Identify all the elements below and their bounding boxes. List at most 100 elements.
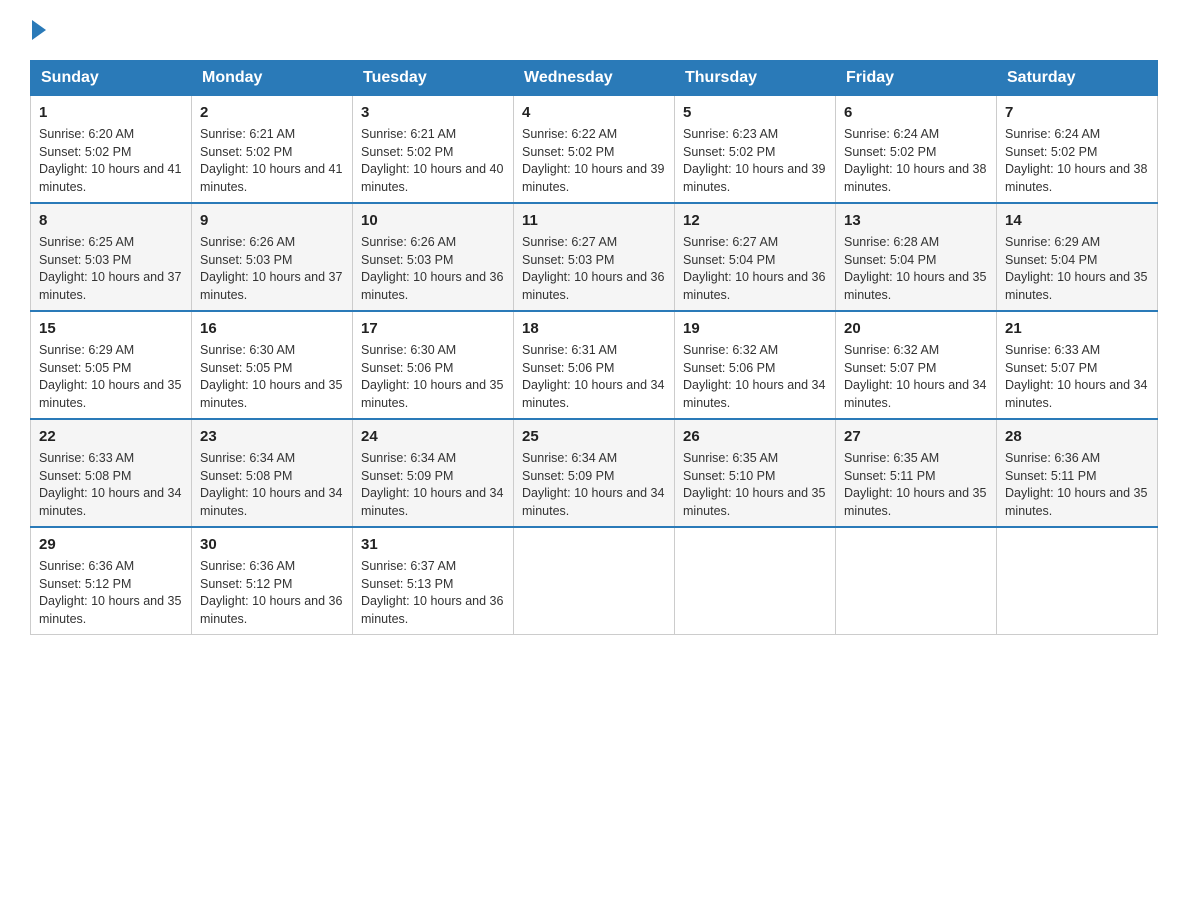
calendar-week-row: 29Sunrise: 6:36 AMSunset: 5:12 PMDayligh… bbox=[31, 527, 1158, 635]
calendar-cell: 24 Sunrise: 6:34 AMSunset: 5:09 PMDayligh… bbox=[353, 419, 514, 527]
daylight-text: Daylight: 10 hours and 34 minutes. bbox=[39, 485, 183, 520]
sunset-text: Sunset: 5:09 PM bbox=[361, 468, 505, 486]
calendar-cell: 4 Sunrise: 6:22 AMSunset: 5:02 PMDaylight… bbox=[514, 96, 675, 204]
sunrise-text: Sunrise: 6:21 AM bbox=[200, 126, 344, 144]
daylight-text: Daylight: 10 hours and 35 minutes. bbox=[200, 377, 344, 412]
sunrise-text: Sunrise: 6:34 AM bbox=[200, 450, 344, 468]
calendar-cell bbox=[997, 527, 1158, 635]
day-number: 19 bbox=[683, 318, 827, 339]
sunrise-text: Sunrise: 6:29 AM bbox=[39, 342, 183, 360]
daylight-text: Daylight: 10 hours and 36 minutes. bbox=[200, 593, 344, 628]
day-number: 17 bbox=[361, 318, 505, 339]
daylight-text: Daylight: 10 hours and 35 minutes. bbox=[39, 377, 183, 412]
daylight-text: Daylight: 10 hours and 36 minutes. bbox=[361, 593, 505, 628]
sunrise-text: Sunrise: 6:32 AM bbox=[683, 342, 827, 360]
sunset-text: Sunset: 5:03 PM bbox=[200, 252, 344, 270]
calendar-cell: 12Sunrise: 6:27 AMSunset: 5:04 PMDayligh… bbox=[675, 203, 836, 311]
sunset-text: Sunset: 5:03 PM bbox=[39, 252, 183, 270]
day-number: 13 bbox=[844, 210, 988, 231]
daylight-text: Daylight: 10 hours and 35 minutes. bbox=[39, 593, 183, 628]
daylight-text: Daylight: 10 hours and 37 minutes. bbox=[39, 269, 183, 304]
day-number: 4 bbox=[522, 102, 666, 123]
sunrise-text: Sunrise: 6:35 AM bbox=[844, 450, 988, 468]
calendar-cell: 5Sunrise: 6:23 AMSunset: 5:02 PMDaylight… bbox=[675, 96, 836, 204]
calendar-cell: 10Sunrise: 6:26 AMSunset: 5:03 PMDayligh… bbox=[353, 203, 514, 311]
day-number: 18 bbox=[522, 318, 666, 339]
day-number: 16 bbox=[200, 318, 344, 339]
daylight-text: Daylight: 10 hours and 39 minutes. bbox=[522, 161, 666, 196]
logo-arrow-icon bbox=[32, 20, 46, 40]
calendar-cell: 19 Sunrise: 6:32 AMSunset: 5:06 PMDayligh… bbox=[675, 311, 836, 419]
sunrise-text: Sunrise: 6:36 AM bbox=[200, 558, 344, 576]
sunrise-text: Sunrise: 6:34 AM bbox=[522, 450, 666, 468]
calendar-cell: 11Sunrise: 6:27 AMSunset: 5:03 PMDayligh… bbox=[514, 203, 675, 311]
sunset-text: Sunset: 5:11 PM bbox=[1005, 468, 1149, 486]
sunrise-text: Sunrise: 6:31 AM bbox=[522, 342, 666, 360]
calendar-cell: 18Sunrise: 6:31 AMSunset: 5:06 PMDayligh… bbox=[514, 311, 675, 419]
daylight-text: Daylight: 10 hours and 37 minutes. bbox=[200, 269, 344, 304]
sunset-text: Sunset: 5:12 PM bbox=[39, 576, 183, 594]
calendar-cell: 23Sunrise: 6:34 AMSunset: 5:08 PMDayligh… bbox=[192, 419, 353, 527]
daylight-text: Daylight: 10 hours and 34 minutes. bbox=[522, 485, 666, 520]
sunrise-text: Sunrise: 6:28 AM bbox=[844, 234, 988, 252]
daylight-text: Daylight: 10 hours and 41 minutes. bbox=[200, 161, 344, 196]
sunset-text: Sunset: 5:08 PM bbox=[200, 468, 344, 486]
sunrise-text: Sunrise: 6:30 AM bbox=[200, 342, 344, 360]
day-number: 7 bbox=[1005, 102, 1149, 123]
sunset-text: Sunset: 5:02 PM bbox=[683, 144, 827, 162]
sunrise-text: Sunrise: 6:32 AM bbox=[844, 342, 988, 360]
sunset-text: Sunset: 5:06 PM bbox=[522, 360, 666, 378]
day-number: 14 bbox=[1005, 210, 1149, 231]
daylight-text: Daylight: 10 hours and 34 minutes. bbox=[1005, 377, 1149, 412]
sunset-text: Sunset: 5:06 PM bbox=[683, 360, 827, 378]
daylight-text: Daylight: 10 hours and 38 minutes. bbox=[1005, 161, 1149, 196]
sunset-text: Sunset: 5:08 PM bbox=[39, 468, 183, 486]
daylight-text: Daylight: 10 hours and 34 minutes. bbox=[200, 485, 344, 520]
sunset-text: Sunset: 5:04 PM bbox=[683, 252, 827, 270]
daylight-text: Daylight: 10 hours and 40 minutes. bbox=[361, 161, 505, 196]
daylight-text: Daylight: 10 hours and 34 minutes. bbox=[683, 377, 827, 412]
sunrise-text: Sunrise: 6:21 AM bbox=[361, 126, 505, 144]
day-number: 27 bbox=[844, 426, 988, 447]
daylight-text: Daylight: 10 hours and 34 minutes. bbox=[361, 485, 505, 520]
weekday-header-saturday: Saturday bbox=[997, 61, 1158, 96]
day-number: 9 bbox=[200, 210, 344, 231]
weekday-header-friday: Friday bbox=[836, 61, 997, 96]
sunset-text: Sunset: 5:10 PM bbox=[683, 468, 827, 486]
sunset-text: Sunset: 5:05 PM bbox=[200, 360, 344, 378]
calendar-cell: 1Sunrise: 6:20 AMSunset: 5:02 PMDaylight… bbox=[31, 96, 192, 204]
calendar-cell: 26Sunrise: 6:35 AMSunset: 5:10 PMDayligh… bbox=[675, 419, 836, 527]
daylight-text: Daylight: 10 hours and 35 minutes. bbox=[683, 485, 827, 520]
daylight-text: Daylight: 10 hours and 36 minutes. bbox=[683, 269, 827, 304]
day-number: 26 bbox=[683, 426, 827, 447]
sunrise-text: Sunrise: 6:36 AM bbox=[39, 558, 183, 576]
day-number: 21 bbox=[1005, 318, 1149, 339]
sunset-text: Sunset: 5:02 PM bbox=[522, 144, 666, 162]
sunset-text: Sunset: 5:03 PM bbox=[361, 252, 505, 270]
weekday-header-sunday: Sunday bbox=[31, 61, 192, 96]
calendar-week-row: 22Sunrise: 6:33 AMSunset: 5:08 PMDayligh… bbox=[31, 419, 1158, 527]
calendar-cell: 22Sunrise: 6:33 AMSunset: 5:08 PMDayligh… bbox=[31, 419, 192, 527]
sunset-text: Sunset: 5:03 PM bbox=[522, 252, 666, 270]
daylight-text: Daylight: 10 hours and 38 minutes. bbox=[844, 161, 988, 196]
sunset-text: Sunset: 5:09 PM bbox=[522, 468, 666, 486]
sunset-text: Sunset: 5:13 PM bbox=[361, 576, 505, 594]
calendar-cell: 7 Sunrise: 6:24 AMSunset: 5:02 PMDaylight… bbox=[997, 96, 1158, 204]
sunrise-text: Sunrise: 6:26 AM bbox=[361, 234, 505, 252]
calendar-week-row: 8Sunrise: 6:25 AMSunset: 5:03 PMDaylight… bbox=[31, 203, 1158, 311]
sunset-text: Sunset: 5:07 PM bbox=[844, 360, 988, 378]
sunrise-text: Sunrise: 6:34 AM bbox=[361, 450, 505, 468]
calendar-cell: 17Sunrise: 6:30 AMSunset: 5:06 PMDayligh… bbox=[353, 311, 514, 419]
day-number: 6 bbox=[844, 102, 988, 123]
sunrise-text: Sunrise: 6:24 AM bbox=[1005, 126, 1149, 144]
calendar-cell: 25Sunrise: 6:34 AMSunset: 5:09 PMDayligh… bbox=[514, 419, 675, 527]
sunset-text: Sunset: 5:02 PM bbox=[1005, 144, 1149, 162]
sunrise-text: Sunrise: 6:22 AM bbox=[522, 126, 666, 144]
daylight-text: Daylight: 10 hours and 35 minutes. bbox=[844, 485, 988, 520]
calendar-cell: 30Sunrise: 6:36 AMSunset: 5:12 PMDayligh… bbox=[192, 527, 353, 635]
daylight-text: Daylight: 10 hours and 35 minutes. bbox=[1005, 269, 1149, 304]
day-number: 24 bbox=[361, 426, 505, 447]
calendar-cell: 20Sunrise: 6:32 AMSunset: 5:07 PMDayligh… bbox=[836, 311, 997, 419]
day-number: 22 bbox=[39, 426, 183, 447]
day-number: 8 bbox=[39, 210, 183, 231]
